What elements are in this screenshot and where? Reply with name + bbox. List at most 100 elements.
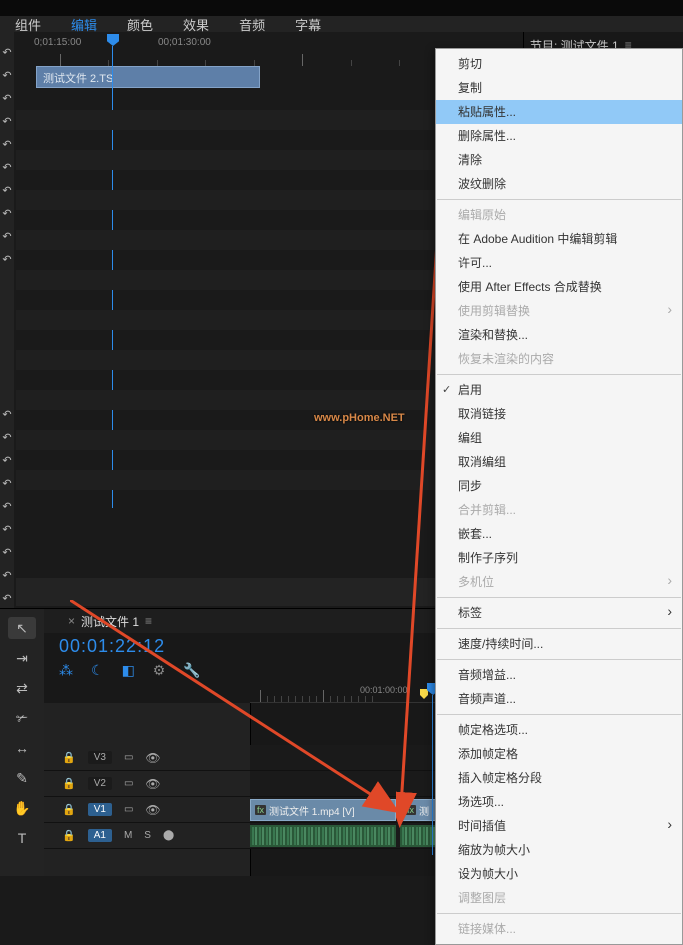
menu-item-label: 编组 (458, 431, 482, 445)
type-tool-icon[interactable]: T (8, 827, 36, 849)
menu-item[interactable]: 嵌套... (436, 522, 682, 546)
lock-icon[interactable]: 🔒 (62, 829, 76, 842)
playhead-icon[interactable] (107, 34, 119, 66)
undo-icon[interactable]: ↶ (2, 473, 11, 493)
linked-selection-icon[interactable]: ☾ (91, 662, 104, 679)
toggle-output-icon[interactable]: ▭ (124, 752, 133, 763)
record-icon[interactable]: ⬤ (163, 830, 174, 841)
slip-tool-icon[interactable]: ↔ (8, 737, 36, 759)
menu-item[interactable]: 剪切 (436, 52, 682, 76)
menu-item[interactable]: 使用 After Effects 合成替换 (436, 275, 682, 299)
menu-item-label: 复制 (458, 81, 482, 95)
menu-item[interactable]: 场选项... (436, 790, 682, 814)
mute-icon[interactable]: M (124, 830, 132, 841)
track-label[interactable]: V1 (88, 803, 112, 816)
menu-item[interactable]: 复制 (436, 76, 682, 100)
menu-item[interactable]: 渲染和替换... (436, 323, 682, 347)
workspace-tabs[interactable]: 组件 编辑 颜色 效果 音频 字幕 (0, 0, 683, 32)
eye-icon[interactable]: 👁 (145, 777, 160, 791)
tab-color[interactable]: 颜色 (127, 15, 153, 34)
menu-item[interactable]: 粘贴属性... (436, 100, 682, 124)
undo-icon[interactable]: ↶ (2, 180, 11, 200)
context-menu[interactable]: 剪切复制粘贴属性...删除属性...清除波纹删除编辑原始在 Adobe Audi… (435, 48, 683, 945)
menu-item[interactable]: 删除属性... (436, 124, 682, 148)
menu-item: 合并剪辑... (436, 498, 682, 522)
tab-editing[interactable]: 编辑 (71, 15, 97, 34)
undo-icon[interactable]: ↶ (2, 249, 11, 269)
video-clip[interactable]: fx测试文件 1.mp4 [V] (250, 799, 396, 821)
menu-item-label: 时间插值 (458, 819, 506, 833)
menu-item-label: 波纹删除 (458, 177, 506, 191)
menu-item[interactable]: 音频声道... (436, 687, 682, 711)
audio-clip[interactable] (250, 825, 396, 847)
eye-icon[interactable]: 👁 (145, 751, 160, 765)
menu-item[interactable]: 清除 (436, 148, 682, 172)
menu-item[interactable]: 添加帧定格 (436, 742, 682, 766)
source-clip[interactable]: 测试文件 2.TS (36, 66, 260, 88)
eye-icon[interactable]: 👁 (145, 803, 160, 817)
undo-icon[interactable]: ↶ (2, 203, 11, 223)
undo-icon[interactable]: ↶ (2, 519, 11, 539)
menu-item[interactable]: 音频增益... (436, 663, 682, 687)
selection-tool-icon[interactable]: ↖ (8, 617, 36, 639)
ripple-tool-icon[interactable]: ⇄ (8, 677, 36, 699)
settings-icon[interactable]: ⚙ (153, 662, 166, 679)
tab-audio[interactable]: 音频 (239, 15, 265, 34)
track-label[interactable]: V2 (88, 777, 112, 790)
panel-menu-icon[interactable]: ≡ (145, 614, 152, 628)
menu-item[interactable]: 设为帧大小 (436, 862, 682, 886)
tab-effects[interactable]: 效果 (183, 15, 209, 34)
undo-icon[interactable]: ↶ (2, 404, 11, 424)
menu-item[interactable]: 取消编组 (436, 450, 682, 474)
undo-icon[interactable]: ↶ (2, 588, 11, 608)
track-select-tool-icon[interactable]: ⇥ (8, 647, 36, 669)
menu-item[interactable]: 取消链接 (436, 402, 682, 426)
undo-icon[interactable]: ↶ (2, 88, 11, 108)
menu-item[interactable]: 在 Adobe Audition 中编辑剪辑 (436, 227, 682, 251)
undo-icon[interactable]: ↶ (2, 496, 11, 516)
undo-icon[interactable]: ↶ (2, 111, 11, 131)
pen-tool-icon[interactable]: ✎ (8, 767, 36, 789)
menu-item-label: 使用剪辑替换 (458, 304, 530, 318)
timeline-tab[interactable]: 测试文件 1 (81, 613, 139, 630)
menu-item[interactable]: 标签 (436, 601, 682, 625)
marker-icon[interactable]: ◧ (122, 662, 135, 679)
tab-assembly[interactable]: 组件 (15, 15, 41, 34)
lock-icon[interactable]: 🔒 (62, 777, 76, 790)
menu-item[interactable]: 时间插值 (436, 814, 682, 838)
menu-item[interactable]: 编组 (436, 426, 682, 450)
undo-icon[interactable]: ↶ (2, 542, 11, 562)
menu-item[interactable]: ✓启用 (436, 378, 682, 402)
menu-item[interactable]: 帧定格选项... (436, 718, 682, 742)
menu-item[interactable]: 同步 (436, 474, 682, 498)
razor-tool-icon[interactable]: ✃ (8, 707, 36, 729)
track-label[interactable]: A1 (88, 829, 112, 842)
lock-icon[interactable]: 🔒 (62, 803, 76, 816)
menu-item-label: 链接媒体... (458, 922, 516, 936)
wrench-icon[interactable]: 🔧 (183, 662, 200, 679)
tab-captions[interactable]: 字幕 (295, 15, 321, 34)
toggle-output-icon[interactable]: ▭ (124, 778, 133, 789)
menu-item[interactable]: 制作子序列 (436, 546, 682, 570)
undo-icon[interactable]: ↶ (2, 42, 11, 62)
menu-item[interactable]: 插入帧定格分段 (436, 766, 682, 790)
undo-icon[interactable]: ↶ (2, 157, 11, 177)
undo-icon[interactable]: ↶ (2, 427, 11, 447)
menu-item[interactable]: 波纹删除 (436, 172, 682, 196)
menu-item[interactable]: 缩放为帧大小 (436, 838, 682, 862)
hand-tool-icon[interactable]: ✋ (8, 797, 36, 819)
undo-icon[interactable]: ↶ (2, 65, 11, 85)
menu-item: 调整图层 (436, 886, 682, 910)
menu-item[interactable]: 许可... (436, 251, 682, 275)
undo-icon[interactable]: ↶ (2, 134, 11, 154)
close-icon[interactable]: × (68, 614, 75, 628)
toggle-output-icon[interactable]: ▭ (124, 804, 133, 815)
undo-icon[interactable]: ↶ (2, 226, 11, 246)
track-label[interactable]: V3 (88, 751, 112, 764)
undo-icon[interactable]: ↶ (2, 565, 11, 585)
undo-icon[interactable]: ↶ (2, 450, 11, 470)
solo-icon[interactable]: S (144, 830, 151, 841)
menu-item[interactable]: 速度/持续时间... (436, 632, 682, 656)
snap-icon[interactable]: ⁂ (59, 662, 73, 679)
lock-icon[interactable]: 🔒 (62, 751, 76, 764)
